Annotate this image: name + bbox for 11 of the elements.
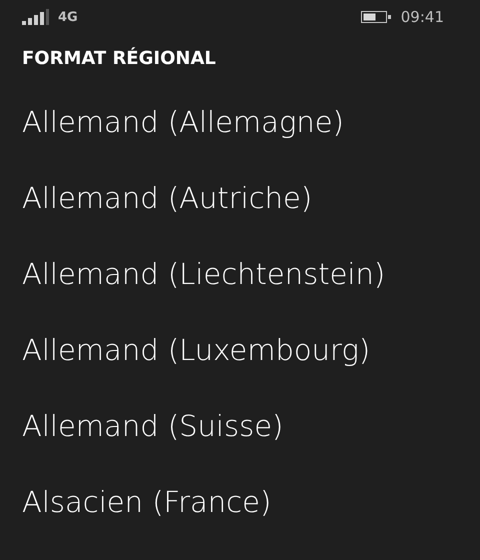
region-list-item[interactable]: Allemand (Luxembourg) bbox=[22, 331, 458, 407]
network-label: 4G bbox=[58, 10, 78, 24]
region-list-item[interactable]: Allemand (Liechtenstein) bbox=[22, 255, 458, 331]
battery-icon bbox=[360, 11, 391, 23]
region-list-item[interactable]: Allemand (Suisse) bbox=[22, 407, 458, 483]
region-list-item[interactable]: Alsacien (France) bbox=[22, 483, 458, 559]
region-list-item[interactable]: Allemand (Autriche) bbox=[22, 179, 458, 255]
region-list-item[interactable]: Allemand (Allemagne) bbox=[22, 103, 458, 179]
signal-icon bbox=[22, 9, 50, 25]
page-title: FORMAT RÉGIONAL bbox=[22, 48, 216, 69]
clock-time: 09:41 bbox=[400, 8, 444, 26]
